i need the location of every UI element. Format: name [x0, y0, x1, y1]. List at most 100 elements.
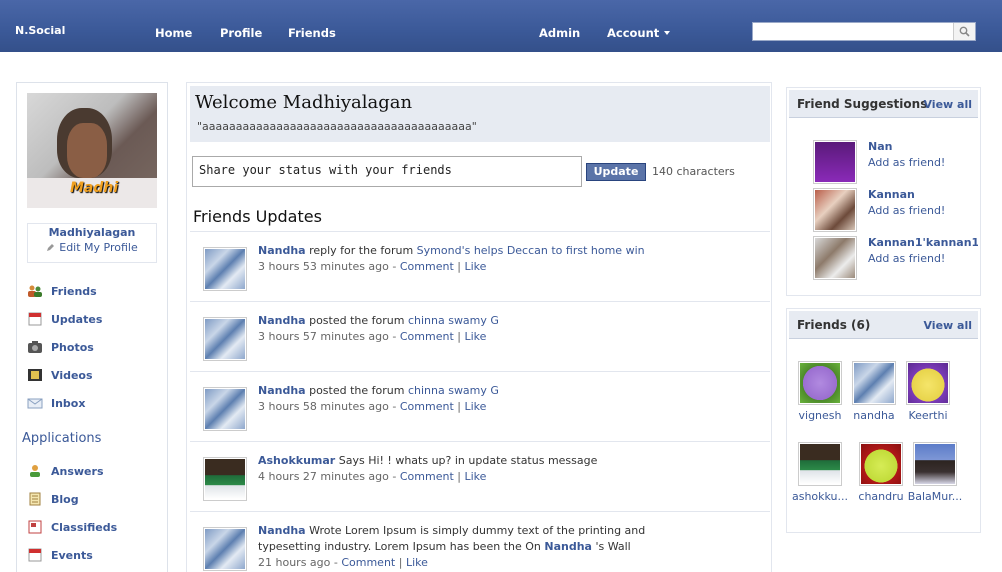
friend-avatar-image — [861, 444, 901, 484]
friend-avatar-image — [800, 363, 840, 403]
sidebar-item-classifieds[interactable]: Classifieds — [25, 519, 155, 537]
feed-author-link[interactable]: Nandha — [258, 314, 306, 327]
feed-author-link[interactable]: Nandha — [258, 524, 306, 537]
feed-avatar-image — [205, 319, 245, 359]
search-icon — [959, 26, 970, 37]
avatar-caption: Madhi — [70, 180, 119, 196]
update-button[interactable]: Update — [586, 163, 646, 181]
feed-target-link[interactable]: chinna swamy G — [408, 384, 499, 397]
nav-profile[interactable]: Profile — [220, 26, 262, 40]
feed-separator: | — [395, 556, 406, 569]
sidebar-item-answers[interactable]: Answers — [25, 463, 155, 481]
add-friend-link[interactable]: Add as friend! — [868, 204, 945, 217]
nav-home[interactable]: Home — [155, 26, 192, 40]
friend-item[interactable]: vignesh — [790, 361, 846, 422]
edit-profile-label: Edit My Profile — [59, 241, 138, 254]
feed-avatar[interactable] — [203, 317, 247, 361]
friend-avatar — [913, 442, 957, 486]
like-link[interactable]: Like — [464, 470, 486, 483]
feed-avatar-image — [205, 249, 245, 289]
suggestion-name[interactable]: Kannan — [868, 188, 915, 201]
suggestion-item: Kannan1'kannan11 Add as friend! — [813, 236, 978, 280]
suggestion-avatar[interactable] — [813, 140, 857, 184]
comment-link[interactable]: Comment — [341, 556, 395, 569]
friend-item[interactable]: ashokku... — [790, 442, 848, 503]
sidebar-item-inbox[interactable]: Inbox — [25, 395, 155, 413]
like-link[interactable]: Like — [464, 330, 486, 343]
suggestion-avatar-image — [815, 238, 855, 278]
friend-name: vignesh — [798, 409, 842, 422]
feed-wall-owner-link[interactable]: Nandha — [544, 540, 592, 553]
friend-item[interactable]: chandru — [851, 442, 907, 503]
like-link[interactable]: Like — [464, 400, 486, 413]
friend-name: chandru — [858, 490, 904, 503]
sidebar-item-label: Inbox — [51, 397, 86, 410]
profile-avatar[interactable]: Madhi — [27, 93, 157, 208]
feed-item: Nandha posted the forum chinna swamy G 3… — [190, 371, 770, 441]
feed-text: Nandha posted the forum chinna swamy G 3… — [258, 383, 758, 415]
sidebar-item-events[interactable]: Events — [25, 547, 155, 565]
comment-link[interactable]: Comment — [400, 330, 454, 343]
feed-author-link[interactable]: Nandha — [258, 244, 306, 257]
sidebar-item-label: Updates — [51, 313, 103, 326]
sidebar-item-label: Blog — [51, 493, 79, 506]
suggestion-name[interactable]: Kannan1'kannan11 — [868, 236, 978, 249]
friend-avatar — [859, 442, 903, 486]
feed-item: Ashokkumar Says Hi! ! whats up? in updat… — [190, 441, 770, 511]
nav-friends[interactable]: Friends — [288, 26, 336, 40]
feed-author-link[interactable]: Ashokkumar — [258, 454, 335, 467]
suggestion-avatar[interactable] — [813, 188, 857, 232]
feed-target-link[interactable]: chinna swamy G — [408, 314, 499, 327]
friend-item[interactable]: BalaMur... — [905, 442, 962, 503]
sidebar-item-videos[interactable]: Videos — [25, 367, 155, 385]
search-button[interactable] — [953, 23, 975, 40]
sidebar-item-label: Photos — [51, 341, 94, 354]
friend-item[interactable]: nandha — [844, 361, 900, 422]
page-title: Welcome Madhiyalagan — [195, 92, 413, 113]
feed-text: Nandha Wrote Lorem Ipsum is simply dummy… — [258, 523, 698, 571]
feed-separator: - — [330, 556, 342, 569]
profile-name[interactable]: Madhiyalagan — [28, 226, 156, 239]
add-friend-link[interactable]: Add as friend! — [868, 156, 945, 169]
friends-view-all-link[interactable]: View all — [923, 319, 972, 332]
feed-author-link[interactable]: Nandha — [258, 384, 306, 397]
sidebar-item-label: Answers — [51, 465, 104, 478]
feed-timestamp: 3 hours 57 minutes ago — [258, 330, 389, 343]
add-friend-link[interactable]: Add as friend! — [868, 252, 945, 265]
feed-avatar[interactable] — [203, 527, 247, 571]
friend-avatar — [798, 442, 842, 486]
friends-header: Friends (6) View all — [789, 311, 978, 339]
sidebar-item-updates[interactable]: Updates — [25, 311, 155, 329]
friend-avatar-image — [800, 444, 840, 484]
comment-link[interactable]: Comment — [400, 470, 454, 483]
friend-avatar-image — [908, 363, 948, 403]
feed-avatar[interactable] — [203, 247, 247, 291]
brand-logo[interactable]: N.Social — [15, 24, 65, 37]
feed-item: Nandha posted the forum chinna swamy G 3… — [190, 301, 770, 371]
friend-name: ashokku... — [791, 490, 849, 503]
feed-timestamp: 3 hours 53 minutes ago — [258, 260, 389, 273]
like-link[interactable]: Like — [406, 556, 428, 569]
nav-admin[interactable]: Admin — [539, 26, 580, 40]
feed-separator: - — [388, 470, 400, 483]
suggestion-avatar[interactable] — [813, 236, 857, 280]
suggestions-view-all-link[interactable]: View all — [923, 98, 972, 111]
like-link[interactable]: Like — [464, 260, 486, 273]
suggestion-name[interactable]: Nan — [868, 140, 892, 153]
sidebar-item-photos[interactable]: Photos — [25, 339, 155, 357]
current-status: "aaaaaaaaaaaaaaaaaaaaaaaaaaaaaaaaaaaaaaa… — [197, 120, 477, 133]
friend-item[interactable]: Keerthi — [898, 361, 954, 422]
feed-avatar[interactable] — [203, 457, 247, 501]
nav-account-label: Account — [607, 26, 660, 40]
edit-profile-link[interactable]: Edit My Profile — [28, 241, 156, 254]
feed-avatar[interactable] — [203, 387, 247, 431]
sidebar-item-blog[interactable]: Blog — [25, 491, 155, 509]
comment-link[interactable]: Comment — [400, 400, 454, 413]
status-input[interactable]: Share your status with your friends — [192, 156, 582, 187]
sidebar-item-friends[interactable]: Friends — [25, 283, 155, 301]
comment-link[interactable]: Comment — [400, 260, 454, 273]
feed-text: Ashokkumar Says Hi! ! whats up? in updat… — [258, 453, 758, 485]
nav-account-menu[interactable]: Account — [607, 26, 671, 40]
search-input[interactable] — [753, 23, 953, 40]
feed-target-link[interactable]: Symond's helps Deccan to first home win — [417, 244, 645, 257]
